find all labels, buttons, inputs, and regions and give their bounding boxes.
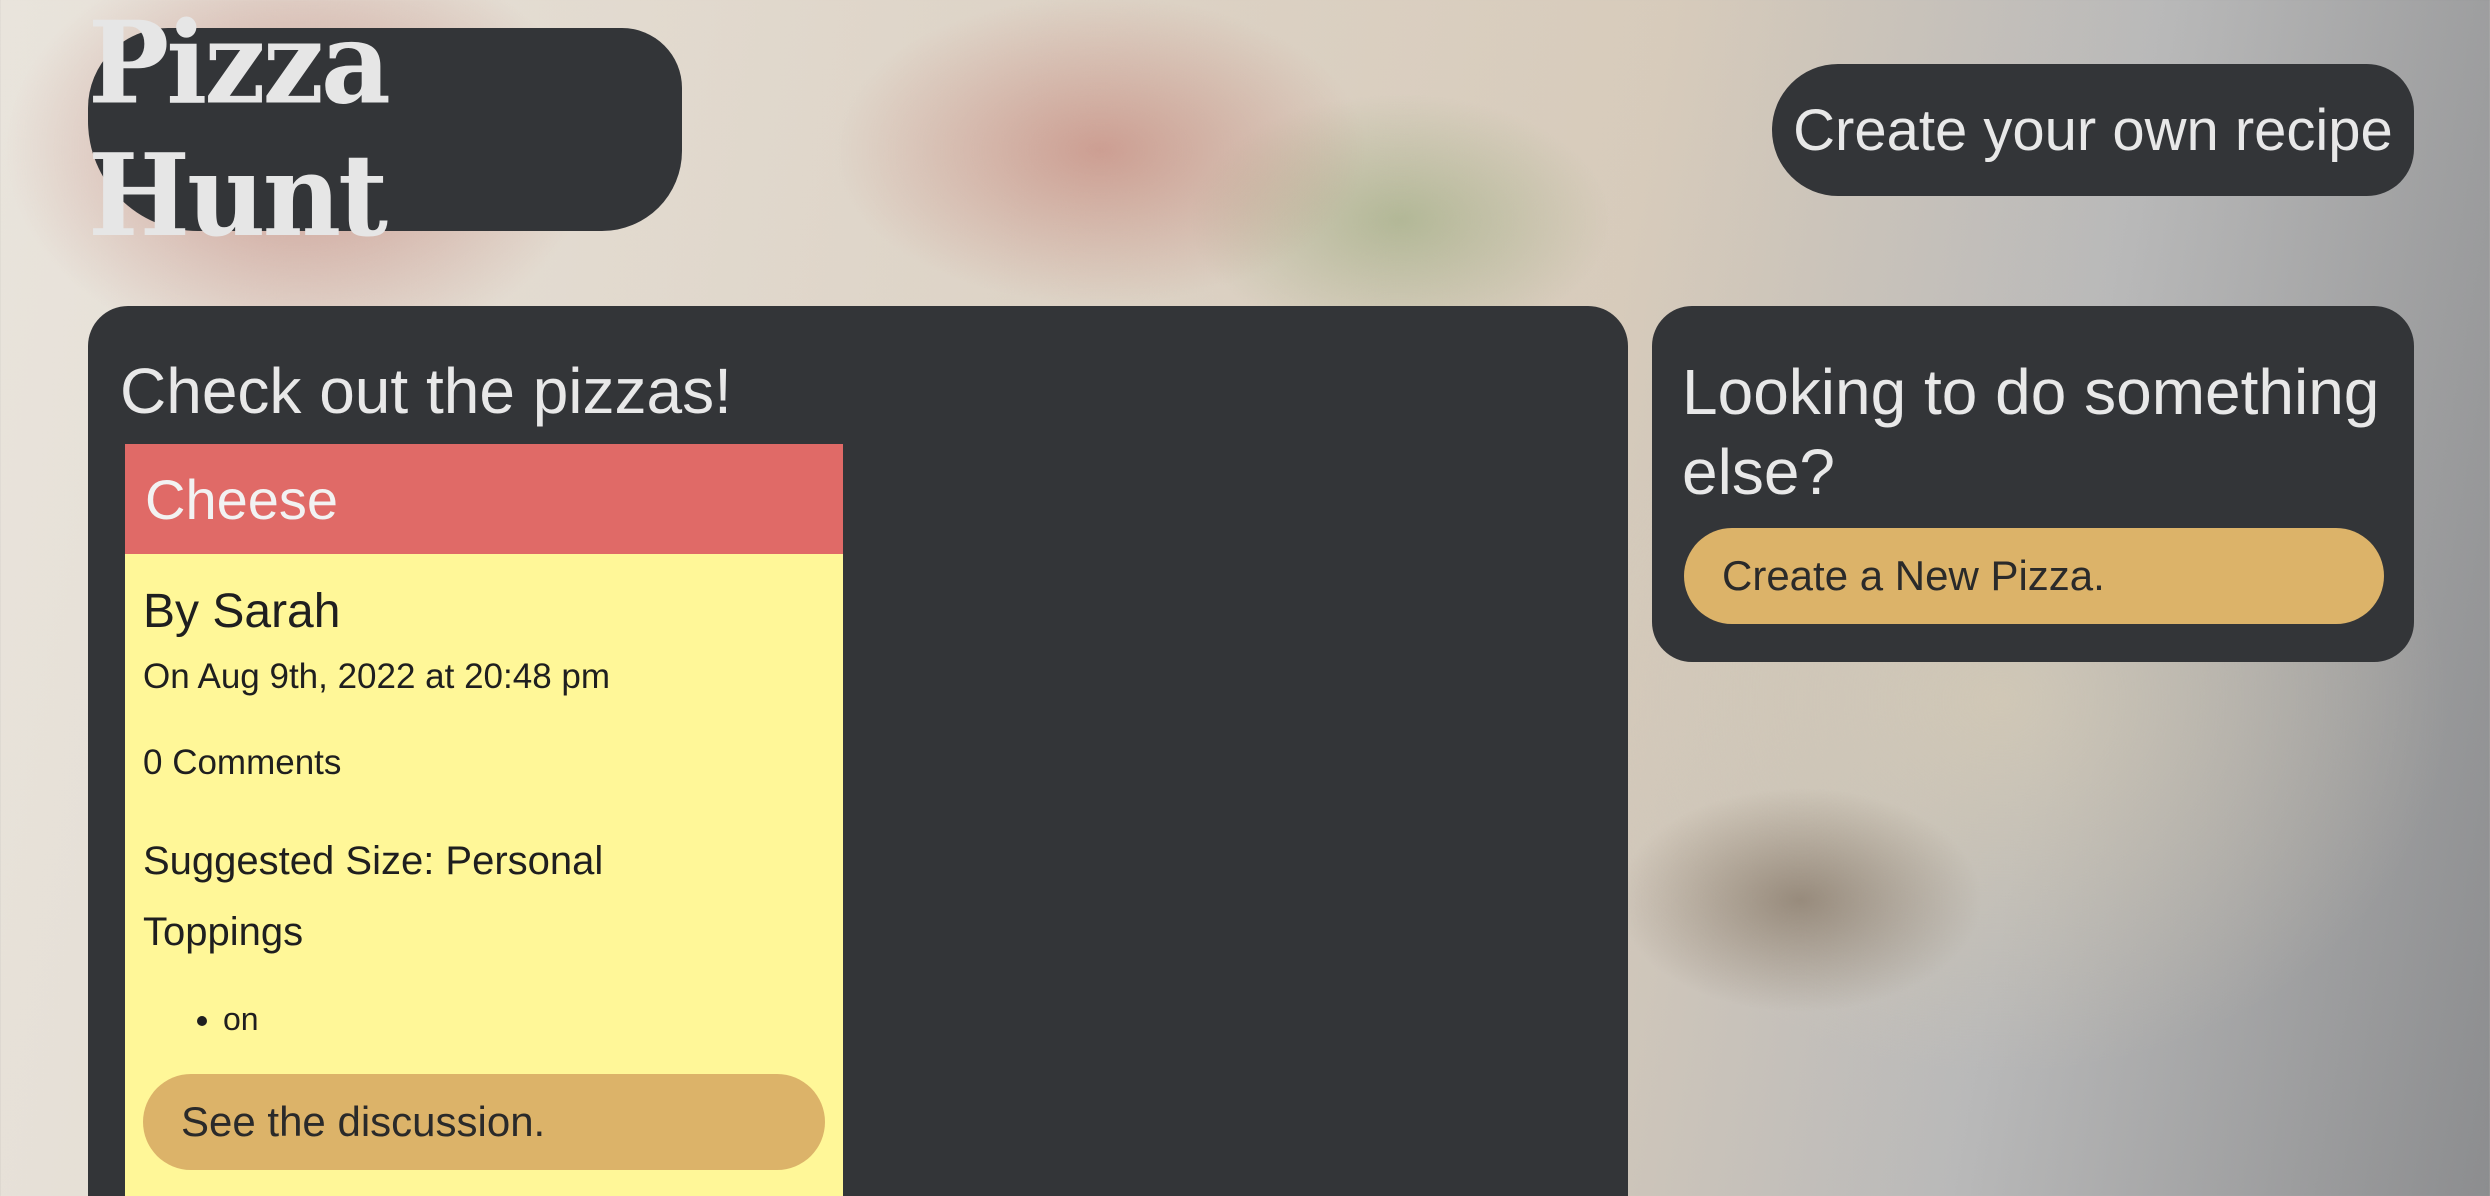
toppings-label: Toppings — [143, 910, 304, 954]
topping-item: on — [223, 1001, 825, 1038]
create-new-pizza-button[interactable]: Create a New Pizza. — [1684, 528, 2384, 624]
toppings-list: on — [143, 1001, 825, 1038]
pizza-card: Cheese By Sarah On Aug 9th, 2022 at 20:4… — [125, 444, 843, 1196]
pizza-author: By Sarah — [143, 585, 341, 638]
logo[interactable]: Pizza Hunt — [88, 0, 682, 262]
logo-text: Pizza Hunt — [88, 0, 391, 262]
pizza-card-body: By Sarah On Aug 9th, 2022 at 20:48 pm 0 … — [125, 584, 843, 1170]
side-title: Looking to do something else? — [1682, 356, 2380, 508]
see-discussion-button[interactable]: See the discussion. — [143, 1074, 825, 1170]
pizza-date: On Aug 9th, 2022 at 20:48 pm — [143, 657, 611, 696]
side-panel: Looking to do something else? Create a N… — [1652, 306, 2414, 662]
suggested-size: Suggested Size: Personal — [143, 839, 604, 883]
create-recipe-button[interactable]: Create your own recipe — [1772, 64, 2414, 196]
comment-count: 0 Comments — [143, 743, 342, 782]
pizza-list-panel: Check out the pizzas! Cheese By Sarah On… — [88, 306, 1628, 1196]
pizza-name: Cheese — [125, 444, 843, 554]
page-title: Check out the pizzas! — [120, 355, 732, 427]
